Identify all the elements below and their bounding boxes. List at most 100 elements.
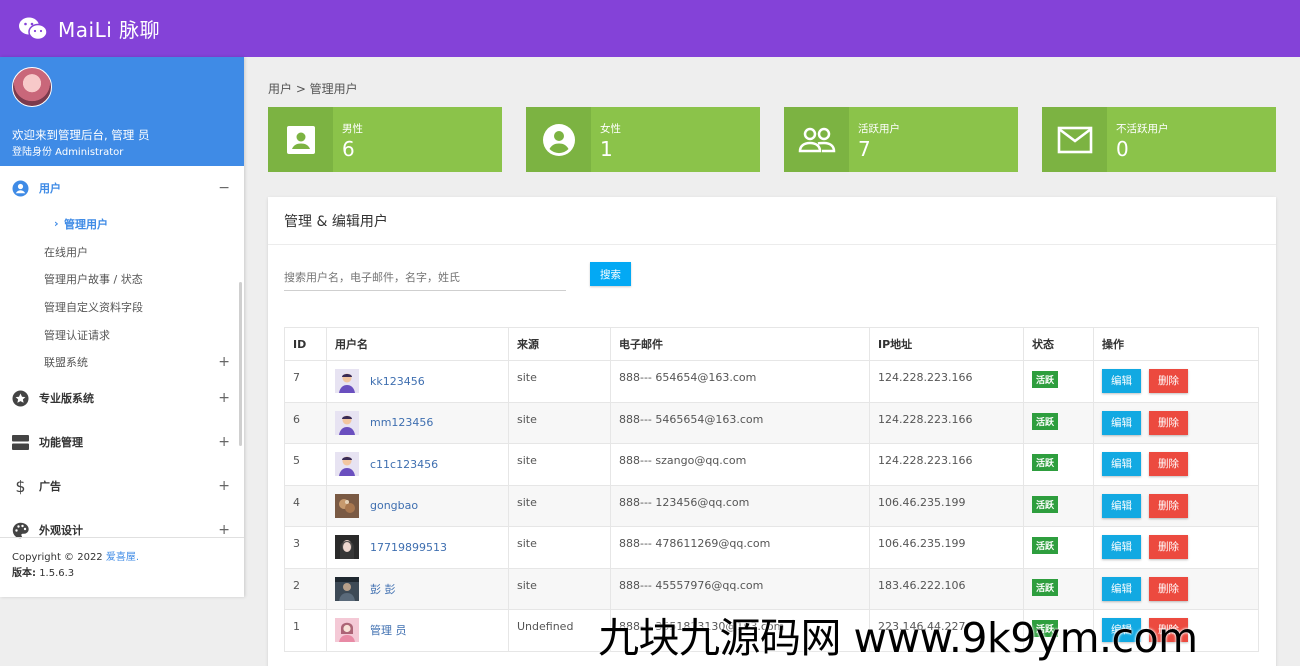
column-header-username[interactable]: 用户名 <box>326 327 509 361</box>
sidebar-item-custom-fields[interactable]: 管理自定义资料字段 <box>0 293 244 321</box>
cell-id: 4 <box>284 484 327 527</box>
expand-icon[interactable]: + <box>218 522 230 538</box>
cell-ip: 124.228.223.166 <box>869 401 1024 444</box>
column-header-source[interactable]: 来源 <box>508 327 611 361</box>
delete-user-button[interactable]: 删除 <box>1149 452 1188 476</box>
brand-title[interactable]: MaiLi 脉聊 <box>58 14 160 43</box>
edit-user-button[interactable]: 编辑 <box>1102 369 1141 393</box>
column-header-id[interactable]: ID <box>284 327 327 361</box>
copyright-link[interactable]: 爱喜屋. <box>106 552 139 563</box>
stat-label: 男性 <box>342 123 363 135</box>
cell-status: 活跃 <box>1023 360 1094 403</box>
cell-username: 管理 员 <box>326 609 509 652</box>
user-avatar[interactable] <box>335 493 359 518</box>
cell-source: site <box>508 443 611 486</box>
sidebar-section-users[interactable]: 用户 − <box>0 166 244 210</box>
user-avatar[interactable] <box>335 452 359 476</box>
search-input[interactable] <box>284 265 566 291</box>
copyright-text: Copyright © 2022 <box>12 552 103 563</box>
username-link[interactable]: kk123456 <box>370 375 425 388</box>
cell-source: site <box>508 401 611 444</box>
cell-id: 1 <box>284 609 327 652</box>
sidebar-item-verification[interactable]: 管理认证请求 <box>0 321 244 349</box>
cell-email: 888--- 123456@qq.com <box>610 484 870 527</box>
status-badge: 活跃 <box>1032 371 1059 388</box>
status-badge: 活跃 <box>1032 495 1059 513</box>
edit-user-button[interactable]: 编辑 <box>1102 535 1141 559</box>
delete-user-button[interactable]: 删除 <box>1149 576 1188 601</box>
username-link[interactable]: 彭 彭 <box>370 581 396 597</box>
stat-card-active: 活跃用户 7 <box>784 107 1018 172</box>
cell-id: 7 <box>284 360 327 403</box>
column-header-status[interactable]: 状态 <box>1023 327 1094 361</box>
username-link[interactable]: 17719899513 <box>370 541 447 554</box>
sidebar-section-pro[interactable]: 专业版系统 + <box>0 376 244 420</box>
cell-username: mm123456 <box>326 401 509 444</box>
cell-status: 活跃 <box>1023 401 1094 444</box>
user-avatar[interactable] <box>335 369 359 393</box>
sidebar-item-label: 在线用户 <box>44 245 88 259</box>
stat-label: 活跃用户 <box>858 123 900 135</box>
cell-source: site <box>508 526 611 569</box>
username-link[interactable]: 管理 员 <box>370 622 407 638</box>
table-row: 5 c11c123456 site 888--- szango@qq.com 124.2… <box>284 443 1259 486</box>
search-button[interactable]: 搜索 <box>590 262 631 286</box>
username-link[interactable]: c11c123456 <box>370 458 438 471</box>
cell-username: 17719899513 <box>326 526 509 569</box>
cell-id: 5 <box>284 443 327 486</box>
user-avatar[interactable] <box>335 618 359 642</box>
admin-avatar[interactable] <box>12 67 52 107</box>
expand-icon[interactable]: + <box>218 478 230 494</box>
table-row: 3 17719899513 site 888--- 478611269@qq.com 1… <box>284 526 1259 569</box>
cell-email: 888--- szango@qq.com <box>610 443 870 486</box>
collapse-icon[interactable]: − <box>218 180 230 196</box>
sidebar-item-online-users[interactable]: 在线用户 <box>0 238 244 266</box>
cell-source: site <box>508 360 611 403</box>
users-table: ID 用户名 来源 电子邮件 IP地址 状态 操作 7 kk123456 site 8… <box>284 327 1259 652</box>
cell-status: 活跃 <box>1023 526 1094 569</box>
user-avatar[interactable] <box>335 410 359 435</box>
stat-value: 7 <box>858 137 871 161</box>
expand-icon[interactable]: + <box>218 354 230 370</box>
cell-ip: 106.46.235.199 <box>869 484 1024 527</box>
sidebar-item-affiliates[interactable]: 联盟系统 + <box>0 348 244 376</box>
edit-user-button[interactable]: 编辑 <box>1102 452 1141 476</box>
sidebar-item-user-stories[interactable]: 管理用户故事 / 状态 <box>0 265 244 293</box>
sidebar-scrollbar[interactable] <box>239 282 242 446</box>
chevron-right-icon: › <box>54 217 59 231</box>
expand-icon[interactable]: + <box>218 434 230 450</box>
cell-actions: 编辑 删除 <box>1093 526 1259 569</box>
username-link[interactable]: gongbao <box>370 499 418 512</box>
people-icon <box>784 107 849 172</box>
cell-email: 888--- 478611269@qq.com <box>610 526 870 569</box>
expand-icon[interactable]: + <box>218 390 230 406</box>
cell-actions: 编辑 删除 <box>1093 443 1259 486</box>
sidebar-section-ads[interactable]: $ 广告 + <box>0 464 244 508</box>
delete-user-button[interactable]: 删除 <box>1149 369 1188 393</box>
version-line: 版本: 1.5.6.3 <box>12 566 232 582</box>
column-header-email[interactable]: 电子邮件 <box>610 327 870 361</box>
edit-user-button[interactable]: 编辑 <box>1102 576 1141 601</box>
edit-user-button[interactable]: 编辑 <box>1102 493 1141 518</box>
user-avatar[interactable] <box>335 535 359 559</box>
status-badge: 活跃 <box>1032 412 1059 430</box>
username-link[interactable]: mm123456 <box>370 416 433 429</box>
sidebar-section-features[interactable]: 功能管理 + <box>0 420 244 464</box>
delete-user-button[interactable]: 删除 <box>1149 493 1188 518</box>
delete-user-button[interactable]: 删除 <box>1149 410 1188 435</box>
column-header-ip[interactable]: IP地址 <box>869 327 1024 361</box>
table-row: 7 kk123456 site 888--- 654654@163.com 124.22… <box>284 360 1259 403</box>
table-row: 4 gongbao site 888--- 123456@qq.com 106.46.2… <box>284 484 1259 527</box>
user-avatar[interactable] <box>335 576 359 601</box>
cell-username: 彭 彭 <box>326 567 509 610</box>
cell-id: 3 <box>284 526 327 569</box>
sidebar: 欢迎来到管理后台, 管理 员 登陆身份 Administrator 用户 − ›… <box>0 57 244 597</box>
sidebar-item-manage-users[interactable]: › 管理用户 <box>0 210 244 238</box>
contact-card-icon <box>268 107 333 172</box>
edit-user-button[interactable]: 编辑 <box>1102 410 1141 435</box>
cell-actions: 编辑 删除 <box>1093 401 1259 444</box>
delete-user-button[interactable]: 删除 <box>1149 535 1188 559</box>
stat-value: 1 <box>600 137 613 161</box>
role-text: 登陆身份 Administrator <box>12 147 124 158</box>
version-label: 版本: <box>12 568 36 579</box>
